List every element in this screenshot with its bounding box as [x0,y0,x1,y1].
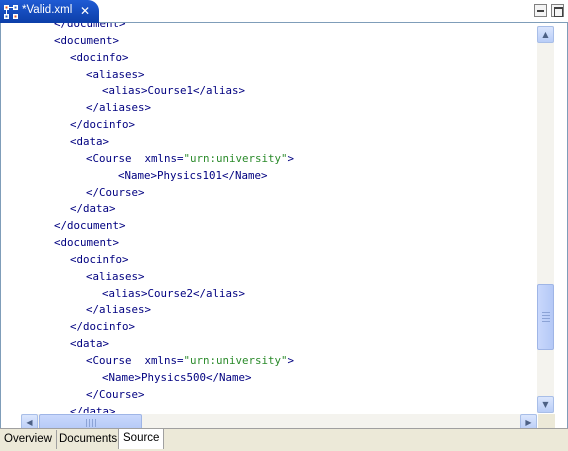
code-line[interactable]: <document> [54,32,119,49]
tab-source[interactable]: Source [118,429,165,449]
grip-line [92,419,93,427]
code-line[interactable]: <docinfo> [70,251,129,268]
grip-line [89,419,90,427]
tab-overview[interactable]: Overview [0,430,57,449]
code-line[interactable]: </data> [70,403,116,413]
scroll-up-button[interactable]: ▲ [537,26,554,43]
code-line[interactable]: <docinfo> [70,49,129,66]
code-line[interactable]: </data> [70,200,116,217]
grip-line [542,321,550,322]
vertical-scrollbar[interactable]: ▲ ▼ [537,26,554,413]
editor-tab-bar: *Valid.xml ✕ [0,0,568,23]
xml-tag-text: > [287,354,295,367]
xml-source-editor[interactable]: </document> <document> <docinfo> <aliases> <… [0,23,568,431]
code-line[interactable]: </docinfo> [70,318,135,335]
code-line[interactable]: <alias>Course2</alias> [102,285,245,302]
grip-line [542,312,550,313]
editor-page-tabs: Overview Documents Source [0,428,568,451]
code-line[interactable]: <data> [70,133,109,150]
editor-tab-title: *Valid.xml [22,4,73,16]
tab-documents[interactable]: Documents [55,430,123,449]
code-line[interactable]: </Course> [86,184,145,201]
code-line[interactable]: <Course xmlns="urn:university"> [86,352,294,369]
xml-attribute-value: "urn:university" [183,151,288,165]
vertical-scroll-thumb[interactable] [537,284,554,350]
code-line[interactable]: </aliases> [86,99,151,116]
scroll-down-button[interactable]: ▼ [537,396,554,413]
code-line[interactable]: <Name>Physics500</Name> [102,369,252,386]
xml-attribute-value: "urn:university" [183,354,288,367]
close-icon[interactable]: ✕ [80,5,92,17]
code-line[interactable]: </Course> [86,386,145,403]
minimize-icon[interactable] [534,4,547,17]
xml-file-icon [4,5,18,19]
code-line[interactable]: <data> [70,335,109,352]
grip-line [95,419,96,427]
editor-gutter [2,23,5,413]
code-line[interactable]: </document> [54,23,126,32]
code-line[interactable]: </document> [54,217,126,234]
code-line[interactable]: </aliases> [86,301,151,318]
code-area[interactable]: </document> <document> <docinfo> <aliases> <… [6,23,536,413]
grip-line [86,419,87,427]
code-line[interactable]: <Name>Physics101</Name> [118,167,268,184]
code-line[interactable]: <Course xmlns="urn:university"> [86,150,294,167]
code-line[interactable]: <document> [54,234,119,251]
maximize-icon[interactable] [551,4,564,17]
xml-tag-text: <Course xmlns= [86,151,184,165]
grip-line [542,315,550,316]
xml-tag-text: > [287,151,295,165]
code-line[interactable]: <aliases> [86,66,145,83]
grip-line [542,318,550,319]
editor-tab-valid-xml[interactable]: *Valid.xml ✕ [0,0,99,23]
code-line[interactable]: </docinfo> [70,116,135,133]
code-line[interactable]: <alias>Course1</alias> [102,82,245,99]
code-line[interactable]: <aliases> [86,268,145,285]
xml-tag-text: <Course xmlns= [86,354,184,367]
